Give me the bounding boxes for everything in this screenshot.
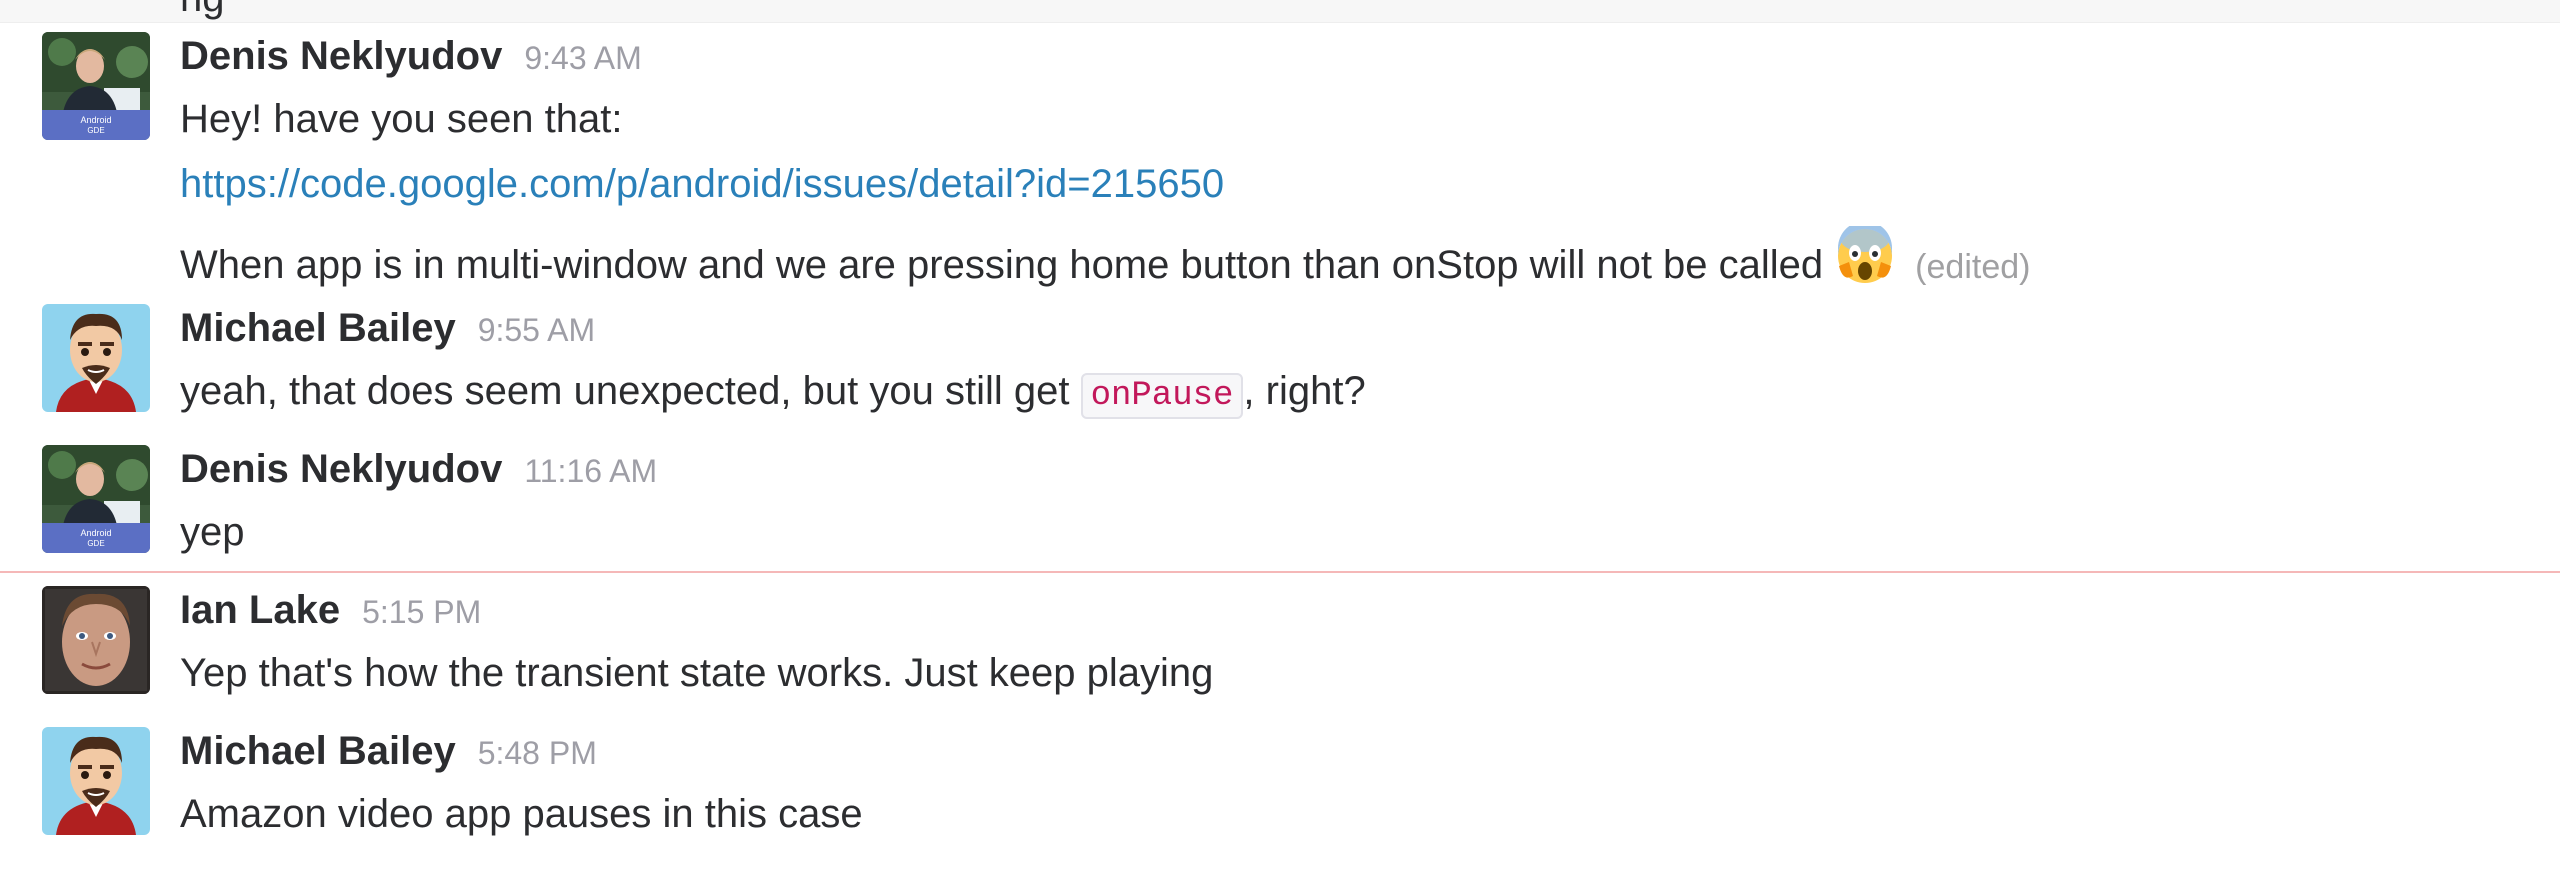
author-name[interactable]: Denis Neklyudov xyxy=(180,447,502,491)
avatar-badge-line1: Android xyxy=(80,115,111,125)
message-timestamp[interactable]: 9:55 AM xyxy=(478,312,595,348)
message-header: Denis Neklyudov 11:16 AM xyxy=(180,447,657,492)
message-header: Denis Neklyudov 9:43 AM xyxy=(180,34,642,79)
message-text: yep xyxy=(180,510,245,554)
chat-message-list: ng Android GDE Denis Neklyudov 9:43 AM He… xyxy=(0,0,2560,893)
avatar-ian[interactable] xyxy=(42,586,150,694)
message-link-line: https://code.google.com/p/android/issues… xyxy=(180,162,1224,207)
author-name[interactable]: Denis Neklyudov xyxy=(180,34,502,78)
message-timestamp[interactable]: 11:16 AM xyxy=(524,453,657,489)
message-text-line3: When app is in multi-window and we are p… xyxy=(180,226,2030,288)
author-name[interactable]: Michael Bailey xyxy=(180,306,456,350)
author-name[interactable]: Ian Lake xyxy=(180,588,340,632)
message-text-line: yeah, that does seem unexpected, but you… xyxy=(180,369,1366,419)
avatar-michael-image xyxy=(42,304,150,412)
new-messages-divider xyxy=(0,571,2560,573)
avatar-denis[interactable]: Android GDE xyxy=(42,445,150,553)
previous-message-fragment: ng xyxy=(180,0,225,21)
message-header: Michael Bailey 5:48 PM xyxy=(180,729,597,774)
inline-code: onPause xyxy=(1080,373,1244,419)
avatar-michael[interactable] xyxy=(42,727,150,835)
message-header: Ian Lake 5:15 PM xyxy=(180,588,481,633)
avatar-michael[interactable] xyxy=(42,304,150,412)
issue-link[interactable]: https://code.google.com/p/android/issues… xyxy=(180,162,1224,206)
avatar-denis-image: Android GDE xyxy=(42,445,150,553)
avatar-badge-line2: GDE xyxy=(87,126,104,135)
message-timestamp[interactable]: 9:43 AM xyxy=(524,40,641,76)
avatar-michael-image xyxy=(42,727,150,835)
previous-message-strip: ng xyxy=(0,0,2560,23)
message-text: Amazon video app pauses in this case xyxy=(180,792,863,836)
edited-label: (edited) xyxy=(1915,248,2031,286)
avatar-ian-image xyxy=(42,586,150,694)
scream-emoji-icon xyxy=(1838,226,1893,283)
message-timestamp[interactable]: 5:15 PM xyxy=(362,594,481,630)
message-header: Michael Bailey 9:55 AM xyxy=(180,306,595,351)
avatar-badge-line2: GDE xyxy=(87,539,104,548)
message-timestamp[interactable]: 5:48 PM xyxy=(478,735,597,771)
message-text: , right? xyxy=(1243,369,1366,413)
message-text: Yep that's how the transient state works… xyxy=(180,651,1214,695)
avatar-denis[interactable]: Android GDE xyxy=(42,32,150,140)
message-text: Hey! have you seen that: xyxy=(180,97,623,141)
avatar-denis-image: Android GDE xyxy=(42,32,150,140)
message-text: When app is in multi-window and we are p… xyxy=(180,243,1824,287)
avatar-badge-line1: Android xyxy=(80,528,111,538)
author-name[interactable]: Michael Bailey xyxy=(180,729,456,773)
message-text: yeah, that does seem unexpected, but you… xyxy=(180,369,1081,413)
